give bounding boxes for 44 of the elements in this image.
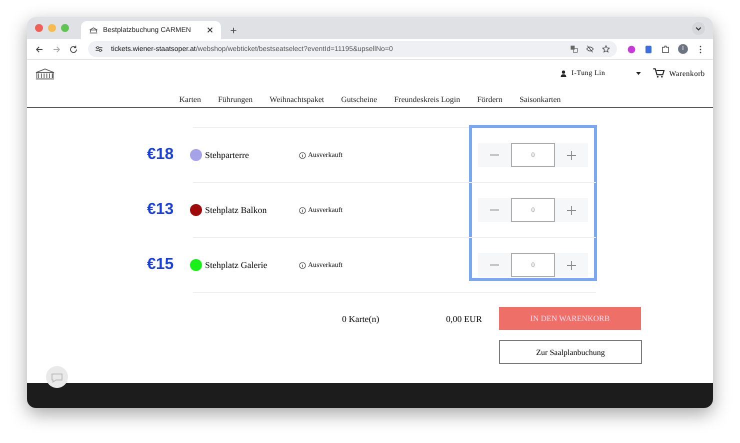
close-icon[interactable] [207, 27, 213, 33]
new-tab-icon[interactable] [230, 27, 237, 34]
nav-link[interactable]: Führungen [218, 95, 253, 104]
cart-icon [653, 68, 666, 78]
caret-icon[interactable] [636, 72, 642, 74]
plus-icon [567, 260, 576, 270]
nav-link[interactable]: Weihnachtspaket [270, 95, 324, 104]
total-price: 0,00 EUR [446, 314, 483, 324]
ticket-price: €15 [147, 256, 174, 274]
site-settings-icon[interactable] [95, 45, 103, 53]
ticket-price: €18 [147, 146, 174, 164]
translate-icon[interactable] [570, 45, 578, 53]
nav-link[interactable]: Fördern [477, 95, 502, 104]
info-icon [299, 206, 306, 214]
minus-icon [490, 209, 499, 211]
increase-button[interactable] [555, 253, 588, 277]
category-name: Stehplatz Balkon [205, 205, 268, 215]
nav-link[interactable]: Freundeskreis Login [394, 95, 460, 104]
building-icon [89, 26, 98, 34]
star-icon[interactable] [602, 45, 610, 53]
opera-house-icon[interactable] [35, 66, 55, 80]
nav-link[interactable]: Gutscheine [341, 95, 378, 104]
increase-button[interactable] [555, 198, 588, 222]
chevron-down-icon[interactable] [692, 22, 705, 34]
back-icon[interactable] [35, 44, 44, 54]
chat-icon[interactable] [46, 366, 68, 388]
seat-plan-button[interactable]: Zur Saalplanbuchung [499, 340, 642, 364]
info-icon [299, 152, 306, 158]
ticket-price: €13 [147, 201, 174, 219]
nav-link[interactable]: Saisonkarten [519, 95, 561, 104]
nav-link[interactable]: Karten [179, 95, 201, 104]
minus-icon [490, 264, 499, 266]
category-name: Stehparterre [205, 150, 250, 160]
category-name: Stehplatz Galerie [205, 260, 268, 270]
plus-icon [567, 206, 576, 214]
user-icon [560, 70, 568, 76]
eye-slash-icon[interactable] [586, 45, 594, 53]
reload-icon[interactable] [69, 44, 78, 54]
minus-icon [490, 154, 499, 156]
increase-button[interactable] [555, 143, 588, 167]
ticket-count: 0 Karte(n) [342, 314, 380, 324]
info-icon [299, 262, 306, 268]
plus-icon [567, 150, 576, 160]
puzzle-icon[interactable] [661, 44, 670, 54]
